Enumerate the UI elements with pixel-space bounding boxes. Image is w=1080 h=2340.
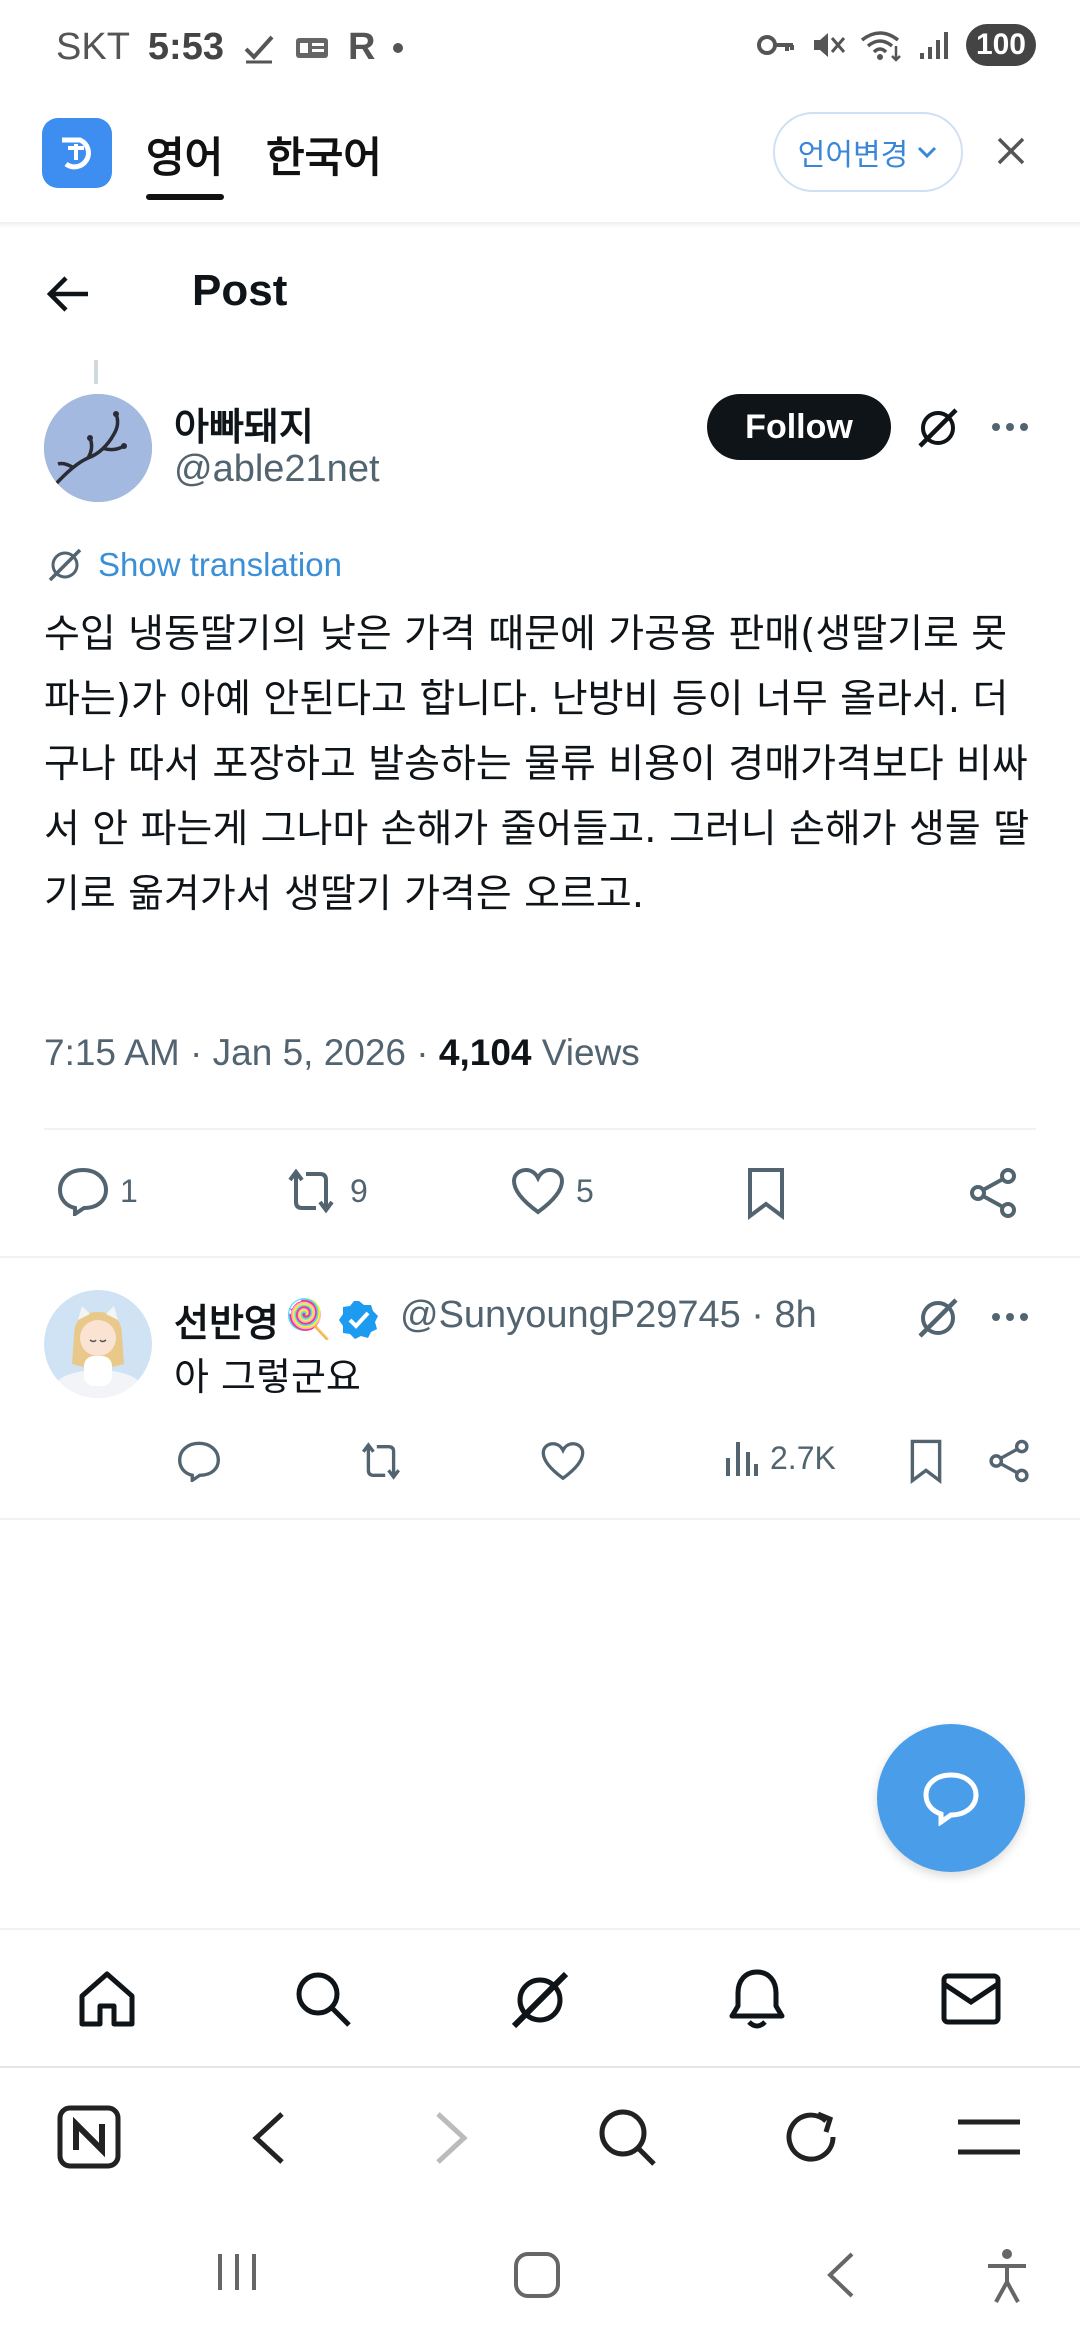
- reply-grok-icon[interactable]: [914, 1294, 962, 1342]
- chevron-down-icon: [916, 145, 938, 159]
- tab-english[interactable]: 영어: [146, 124, 223, 185]
- reply-icon: [56, 1166, 110, 1216]
- reply-like-icon[interactable]: [540, 1440, 586, 1482]
- refresh-icon[interactable]: [780, 2106, 842, 2168]
- reply-share-icon[interactable]: [986, 1438, 1032, 1484]
- tab-korean[interactable]: 한국어: [266, 124, 382, 185]
- reply-more-options-icon[interactable]: [990, 1310, 1030, 1324]
- grok-small-icon: [46, 546, 84, 584]
- home-icon[interactable]: [76, 1968, 138, 2030]
- r-app-icon: R: [347, 26, 376, 68]
- notifications-bell-icon[interactable]: [726, 1966, 788, 2032]
- naver-n-icon[interactable]: [56, 2104, 122, 2170]
- status-right: 100: [756, 24, 1036, 66]
- reply-reply-icon[interactable]: [176, 1440, 222, 1482]
- translate-bar-shadow: [0, 222, 1080, 228]
- signal-icon: [918, 29, 952, 61]
- chat-bubble-icon: [921, 1770, 981, 1826]
- repost-count: 9: [350, 1172, 368, 1209]
- news-icon: [294, 34, 330, 62]
- change-language-button[interactable]: 언어변경: [773, 112, 963, 192]
- author-avatar[interactable]: [44, 394, 152, 502]
- reply-text: 아 그렇군요: [174, 1355, 361, 1399]
- reply-handle-time[interactable]: @SunyoungP29745 · 8h: [400, 1294, 817, 1337]
- bottom-nav: [0, 1928, 1080, 2066]
- show-translation-label: Show translation: [98, 546, 342, 583]
- views-count: 4,104: [438, 1032, 532, 1073]
- post-body-text: 수입 냉동딸기의 낮은 가격 때문에 가공용 판매(생딸기로 못 파는)가 아예…: [44, 612, 1030, 917]
- carrier-label: SKT: [56, 26, 130, 68]
- recent-apps-icon[interactable]: [214, 2250, 260, 2294]
- more-options-icon[interactable]: [990, 420, 1030, 434]
- accessibility-icon[interactable]: [982, 2246, 1032, 2306]
- author-handle[interactable]: @able21net: [174, 448, 380, 491]
- browser-search-icon[interactable]: [596, 2106, 660, 2170]
- reply-views-count: 2.7K: [770, 1439, 836, 1476]
- browser-toolbar: [0, 2066, 1080, 2206]
- change-language-label: 언어변경: [797, 138, 909, 173]
- browser-back-icon[interactable]: [246, 2108, 290, 2168]
- reply-views[interactable]: 2.7K: [724, 1438, 836, 1478]
- reply-repost-icon[interactable]: [356, 1440, 406, 1482]
- heart-icon: [510, 1166, 566, 1216]
- author-name[interactable]: 아빠돼지: [174, 396, 314, 451]
- dot-icon: [393, 42, 404, 53]
- compose-reply-fab[interactable]: [877, 1724, 1025, 1872]
- reply-author-avatar[interactable]: [44, 1290, 152, 1398]
- meta-divider: [44, 1128, 1036, 1130]
- repost-icon: [282, 1166, 340, 1216]
- status-left: SKT 5:53 R: [56, 26, 404, 69]
- reply-author-name: 선반영: [174, 1301, 279, 1345]
- repost-button[interactable]: 9: [282, 1166, 368, 1216]
- reply-button[interactable]: 1: [56, 1166, 138, 1216]
- mute-icon: [810, 28, 846, 62]
- post-timestamp[interactable]: 7:15 AM · Jan 5, 2026 ·: [44, 1032, 439, 1073]
- share-icon[interactable]: [966, 1166, 1020, 1220]
- page-title: Post: [192, 266, 288, 315]
- system-navigation-bar: [0, 2206, 1080, 2340]
- translate-app-logo: [42, 118, 112, 188]
- key-icon: [756, 30, 796, 60]
- views-label: Views: [531, 1032, 640, 1073]
- active-tab-indicator: [146, 194, 224, 200]
- grok-icon[interactable]: [914, 404, 962, 452]
- messages-envelope-icon[interactable]: [940, 1972, 1002, 2026]
- battery-indicator: 100: [965, 24, 1036, 66]
- wifi-icon: [860, 28, 904, 62]
- close-icon[interactable]: [992, 132, 1030, 170]
- search-icon[interactable]: [292, 1968, 354, 2030]
- like-count: 5: [576, 1172, 594, 1209]
- grok-nav-icon[interactable]: [508, 1968, 572, 2032]
- reply-author-name-row[interactable]: 선반영 🍭: [174, 1292, 380, 1347]
- post-header: Post: [0, 240, 1080, 350]
- verified-badge-icon: [338, 1299, 380, 1341]
- browser-forward-icon[interactable]: [430, 2108, 474, 2168]
- show-translation-link[interactable]: Show translation: [46, 546, 342, 584]
- reply-bookmark-icon[interactable]: [906, 1438, 946, 1484]
- clock: 5:53: [147, 26, 224, 68]
- analytics-icon: [724, 1438, 760, 1478]
- home-button-icon[interactable]: [512, 2250, 562, 2300]
- like-button[interactable]: 5: [510, 1166, 594, 1216]
- post-divider: [0, 1256, 1080, 1258]
- thread-line: [94, 360, 98, 384]
- post-meta: 7:15 AM · Jan 5, 2026 · 4,104 Views: [44, 1032, 640, 1074]
- back-arrow-icon[interactable]: [44, 272, 92, 316]
- hamburger-menu-icon[interactable]: [956, 2116, 1022, 2158]
- check-icon: [242, 31, 276, 65]
- status-bar: SKT 5:53 R 100: [0, 0, 1080, 100]
- bookmark-icon[interactable]: [744, 1166, 788, 1220]
- reply-count: 1: [120, 1172, 138, 1209]
- follow-button[interactable]: Follow: [707, 394, 891, 460]
- translate-bar: 영어 한국어 언어변경: [0, 110, 1080, 226]
- system-back-icon[interactable]: [822, 2250, 858, 2300]
- reply-divider: [0, 1518, 1080, 1520]
- lollipop-emoji: 🍭: [284, 1297, 333, 1341]
